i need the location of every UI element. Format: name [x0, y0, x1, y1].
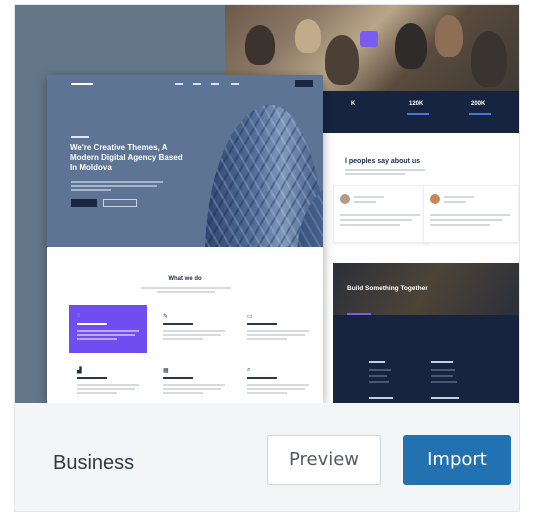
preview-front-page: We're Creative Themes, A Modern Digital …	[47, 75, 323, 403]
hero-primary-button	[71, 199, 97, 207]
avatar	[430, 194, 440, 204]
theme-card: K 120K 200K l peoples say about us Build…	[14, 4, 520, 512]
search-icon: ⌕	[247, 367, 251, 373]
stat-value: 120K	[409, 101, 424, 107]
play-icon	[360, 31, 378, 47]
service-card: ⌕	[239, 359, 317, 403]
avatar	[340, 194, 350, 204]
chart-icon: ▟	[77, 368, 82, 374]
hero-secondary-button	[103, 199, 137, 207]
preview-button[interactable]: Preview	[267, 435, 381, 485]
service-card: ✎	[155, 305, 233, 353]
section-title: What we do	[168, 276, 202, 282]
nav-button	[295, 80, 313, 87]
testimonial-card	[333, 185, 429, 243]
hero-headline: We're Creative Themes, A Modern Digital …	[70, 143, 183, 172]
site-logo	[71, 83, 93, 85]
pencil-icon: ✎	[163, 314, 169, 320]
theme-preview-thumbnail[interactable]: K 120K 200K l peoples say about us Build…	[15, 5, 519, 403]
service-card: ▦	[155, 359, 233, 403]
idea-icon: ◌	[77, 313, 81, 319]
service-card: ▟	[69, 359, 147, 403]
service-card: ▭	[239, 305, 317, 353]
site-nav	[47, 75, 323, 93]
service-card: ◌	[69, 305, 147, 353]
stat-value: 200K	[471, 101, 486, 107]
theme-name: Business	[53, 452, 135, 474]
import-button[interactable]: Import	[403, 435, 511, 485]
theme-card-footer: Business Preview Import	[15, 403, 519, 511]
testimonials-title: l peoples say about us	[345, 158, 421, 165]
site-footer	[333, 315, 519, 403]
grid-icon: ▦	[163, 368, 169, 374]
testimonial-card	[423, 185, 519, 243]
hero-section: We're Creative Themes, A Modern Digital …	[47, 75, 323, 247]
cta-banner: Build Something Together	[333, 263, 519, 320]
stat-value: K	[351, 101, 356, 107]
cta-title: Build Something Together	[347, 285, 428, 292]
monitor-icon: ▭	[247, 314, 253, 320]
